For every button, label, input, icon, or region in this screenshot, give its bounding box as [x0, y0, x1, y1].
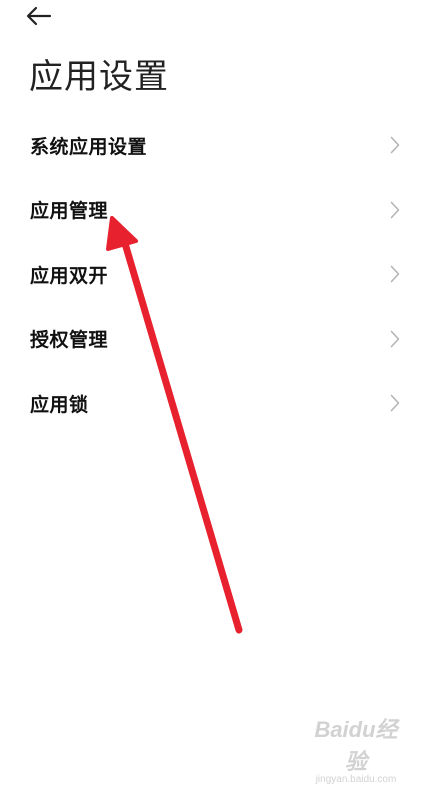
arrow-left-icon	[26, 6, 52, 30]
chevron-right-icon	[388, 264, 402, 284]
list-item-app-lock[interactable]: 应用锁	[0, 371, 428, 436]
list-item-label: 应用双开	[30, 264, 109, 287]
list-item-app-management[interactable]: 应用管理	[0, 178, 428, 243]
list-item-dual-apps[interactable]: 应用双开	[0, 242, 428, 307]
back-button[interactable]	[26, 2, 62, 34]
chevron-right-icon	[388, 329, 402, 349]
page-title: 应用设置	[29, 57, 169, 97]
chevron-right-icon	[388, 200, 402, 220]
watermark: Baidu经验 jingyan.baidu.com	[306, 712, 406, 785]
list-item-permissions[interactable]: 授权管理	[0, 307, 428, 372]
chevron-right-icon	[388, 135, 402, 155]
chevron-right-icon	[388, 393, 402, 413]
list-item-label: 应用管理	[30, 200, 109, 223]
settings-list: 系统应用设置 应用管理 应用双开 授权管理 应用锁	[0, 113, 428, 436]
list-item-label: 应用锁	[30, 393, 89, 416]
list-item-label: 授权管理	[30, 329, 109, 352]
list-item-system-app-settings[interactable]: 系统应用设置	[0, 113, 428, 178]
watermark-brand: Baidu经验	[314, 717, 398, 774]
watermark-url: jingyan.baidu.com	[315, 774, 397, 785]
list-item-label: 系统应用设置	[30, 135, 148, 158]
